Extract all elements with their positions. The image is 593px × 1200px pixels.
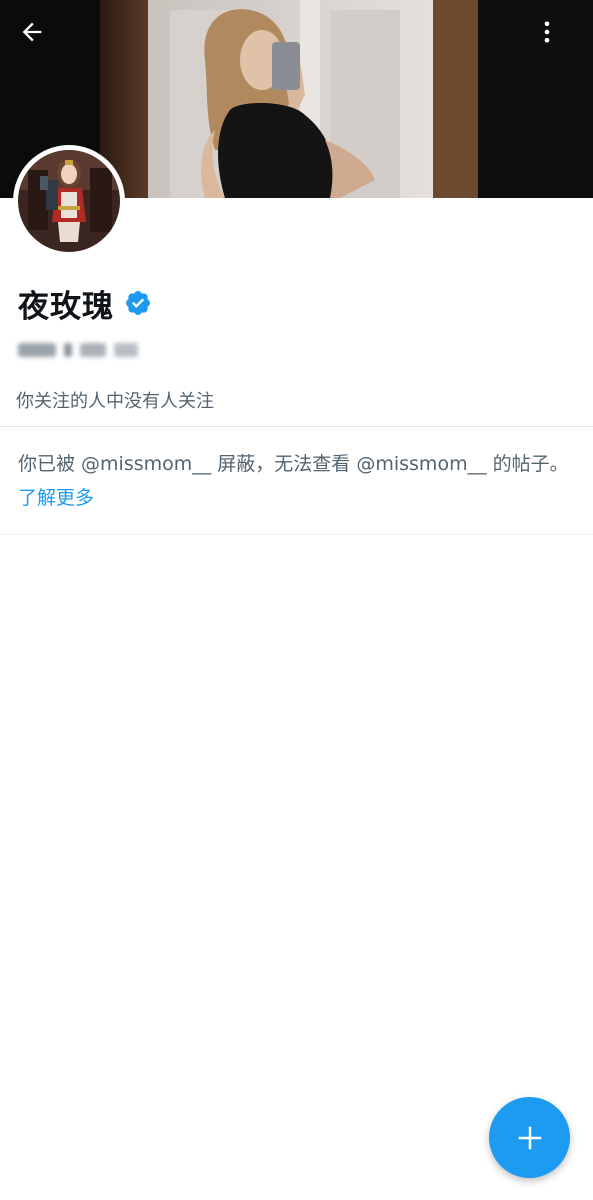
handle-obscured-segment — [18, 343, 56, 357]
divider — [0, 426, 593, 427]
blocked-notice: 你已被 @missmom__ 屏蔽，无法查看 @missmom__ 的帖子。了解… — [18, 447, 578, 515]
handle-obscured-segment — [64, 343, 72, 357]
avatar[interactable] — [13, 145, 125, 257]
display-name: 夜玫瑰 — [18, 288, 114, 325]
compose-post-button[interactable] — [489, 1097, 570, 1178]
followers-you-know-note[interactable]: 你关注的人中没有人关注 — [16, 387, 214, 413]
blocked-notice-text: 你已被 @missmom__ 屏蔽，无法查看 @missmom__ 的帖子。 — [18, 453, 569, 475]
arrow-left-icon — [22, 22, 42, 42]
divider — [0, 534, 593, 535]
verified-badge-icon[interactable] — [124, 289, 152, 317]
avatar-image — [18, 150, 120, 252]
vertical-ellipsis-icon — [544, 21, 550, 43]
profile-name-row: 夜玫瑰 — [18, 282, 152, 325]
more-options-button[interactable] — [533, 18, 577, 62]
profile-handle — [18, 338, 138, 362]
handle-obscured-segment — [80, 343, 106, 357]
plus-icon — [518, 1126, 541, 1149]
learn-more-link[interactable]: 了解更多 — [18, 487, 94, 509]
back-button[interactable] — [18, 18, 62, 62]
handle-obscured-segment — [114, 343, 138, 357]
